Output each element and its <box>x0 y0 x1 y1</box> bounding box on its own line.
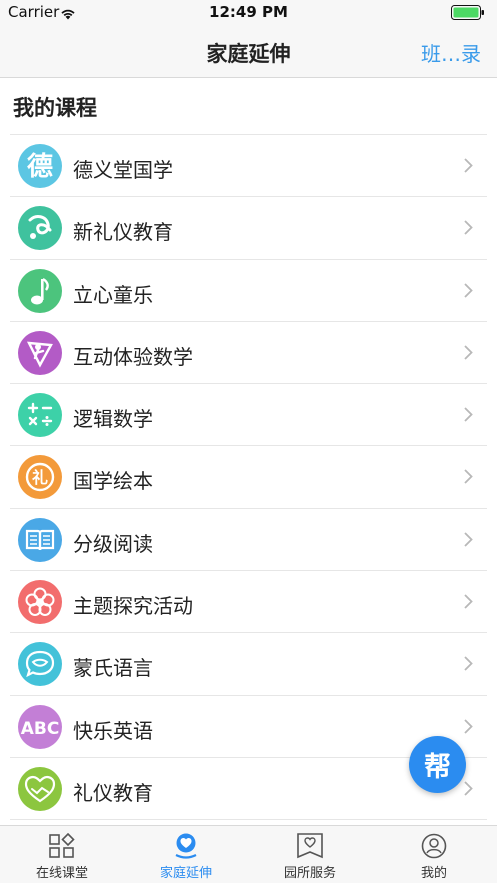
class-record-button[interactable]: 班…录 <box>421 38 481 67</box>
handshake-heart-icon <box>18 766 62 811</box>
chevron-right-icon <box>464 220 473 239</box>
section-title: 我的课程 <box>13 96 97 120</box>
tab-online-class[interactable]: 在线课堂 <box>0 826 124 883</box>
tab-label: 园所服务 <box>283 866 336 881</box>
tab-label: 我的 <box>420 866 447 881</box>
arithmetic-symbols-icon <box>18 393 62 438</box>
battery-icon <box>451 5 485 20</box>
course-label: 礼仪教育 <box>73 780 153 805</box>
course-row[interactable]: 逻辑数学 <box>10 384 487 447</box>
course-row[interactable]: 主题探究活动 <box>10 571 487 634</box>
chevron-right-icon <box>464 781 473 800</box>
de-character-icon: 德 <box>18 144 62 188</box>
tab-mine[interactable]: 我的 <box>372 826 496 883</box>
course-list: 德 德义堂国学 新礼仪教育 立心童乐 互动体验数学 逻辑数学 礼 国学绘本 分级… <box>10 134 487 821</box>
chevron-right-icon <box>464 469 473 488</box>
chinese-seal-icon: 礼 <box>18 455 62 500</box>
course-label: 互动体验数学 <box>73 344 193 369</box>
course-row[interactable]: 分级阅读 <box>10 509 487 572</box>
svg-text:礼: 礼 <box>32 468 48 487</box>
course-row[interactable]: 礼 国学绘本 <box>10 446 487 509</box>
clock: 12:49 PM <box>209 3 288 21</box>
course-label: 立心童乐 <box>73 282 153 307</box>
status-bar: Carrier 12:49 PM <box>0 0 497 24</box>
grid-icon <box>49 832 75 859</box>
abc-letters-icon: ABC <box>18 704 62 749</box>
profile-icon <box>421 833 447 859</box>
chevron-right-icon <box>464 158 473 177</box>
chevron-right-icon <box>464 407 473 426</box>
home-heart-icon <box>173 833 199 859</box>
course-label: 分级阅读 <box>73 531 153 556</box>
chevron-right-icon <box>464 282 473 302</box>
tab-label: 家庭延伸 <box>159 866 212 881</box>
tab-school-service[interactable]: 园所服务 <box>248 826 372 883</box>
music-note-icon <box>18 268 62 313</box>
course-row[interactable]: 新礼仪教育 <box>10 197 487 260</box>
help-button[interactable]: 帮 <box>409 736 466 793</box>
svg-text:ABC: ABC <box>21 719 60 739</box>
course-label: 快乐英语 <box>73 718 153 743</box>
chevron-right-icon <box>464 656 473 675</box>
open-book-icon <box>18 517 62 562</box>
chevron-right-icon <box>464 719 473 738</box>
course-row[interactable]: 蒙氏语言 <box>10 633 487 696</box>
chevron-right-icon <box>464 345 473 364</box>
course-label: 主题探究活动 <box>73 594 193 619</box>
flower-icon <box>18 580 62 625</box>
course-label: 新礼仪教育 <box>73 220 173 245</box>
course-row[interactable]: 德 德义堂国学 <box>10 135 487 198</box>
tab-label: 在线课堂 <box>35 866 88 881</box>
tab-home-extension[interactable]: 家庭延伸 <box>124 826 248 883</box>
course-row[interactable]: 立心童乐 <box>10 260 487 322</box>
navigation-bar: 家庭延伸 班…录 <box>0 24 497 78</box>
speech-bubble-icon <box>18 642 62 687</box>
svg-text:德: 德 <box>27 152 53 182</box>
course-row[interactable]: 互动体验数学 <box>10 322 487 385</box>
course-label: 蒙氏语言 <box>73 656 153 681</box>
math-figure-icon <box>18 330 62 375</box>
course-label: 德义堂国学 <box>73 158 173 182</box>
heart-flag-icon <box>297 833 323 859</box>
etiquette-logo-icon <box>18 206 62 251</box>
tab-bar: 在线课堂 家庭延伸 园所服务 我的 <box>0 825 497 883</box>
course-label: 逻辑数学 <box>73 407 153 432</box>
course-label: 国学绘本 <box>73 469 153 494</box>
chevron-right-icon <box>464 594 473 613</box>
chevron-right-icon <box>464 532 473 551</box>
